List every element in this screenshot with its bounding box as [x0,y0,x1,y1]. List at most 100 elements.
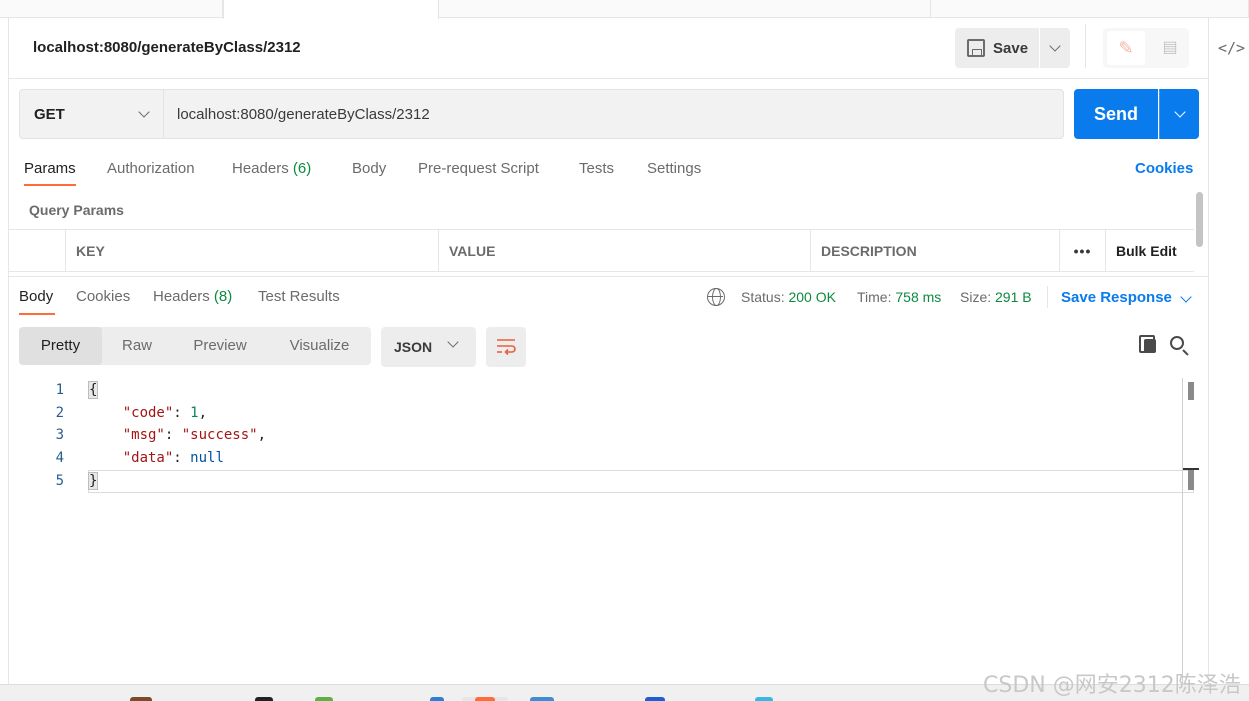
response-tab-cookies[interactable]: Cookies [76,288,130,305]
response-body-editor[interactable]: 1 2 3 4 5 { "code": 1, "msg": "success",… [9,378,1199,684]
active-tab-indicator [24,184,76,186]
tab-body[interactable]: Body [352,160,386,177]
postman-window: { "request_title": "localhost:8080/gener… [0,0,1249,701]
request-tab[interactable] [0,0,223,18]
response-tab-test-results[interactable]: Test Results [258,288,340,305]
cookies-link[interactable]: Cookies [1135,160,1193,177]
send-dropdown-button[interactable] [1159,89,1199,139]
chevron-down-icon [447,336,459,348]
view-raw[interactable]: Raw [102,327,172,365]
copy-icon[interactable] [1139,335,1159,355]
tab-settings[interactable]: Settings [647,160,701,177]
pane-divider[interactable] [9,276,1208,277]
request-tab[interactable] [931,0,1249,18]
size-value: 291 B [995,289,1032,305]
globe-icon[interactable] [707,288,725,306]
tab-count-badge: (6) [292,160,312,177]
code-line: { [87,381,99,399]
tab-label: Body [19,288,54,305]
tab-pre-request-script[interactable]: Pre-request Script [418,160,539,177]
response-tab-body[interactable]: Body [19,288,53,305]
taskbar-app-icon[interactable] [530,697,554,701]
taskbar-app-icon[interactable] [315,697,333,701]
line-number: 2 [55,405,64,421]
line-number: 3 [55,427,64,443]
column-key: KEY [65,230,438,272]
tab-label: Tests [579,160,615,177]
left-sidebar-edge [0,18,9,684]
tab-tests[interactable]: Tests [579,160,614,177]
request-tab-active[interactable] [223,0,439,19]
taskbar-app-icon[interactable] [130,697,152,701]
taskbar-app-icon[interactable] [255,697,273,701]
taskbar-app-icon[interactable] [755,697,773,701]
format-value: JSON [394,339,433,355]
tab-headers[interactable]: Headers (6) [232,160,311,177]
taskbar-app-icon[interactable] [430,697,444,701]
time-info: Time: 758 ms [857,289,941,305]
view-visualize[interactable]: Visualize [268,327,371,365]
tab-label: Body [352,160,387,177]
documentation-icon[interactable]: ▤ [1155,31,1185,65]
scrollbar-marker [1188,382,1194,400]
query-params-title: Query Params [29,202,124,218]
pencil-icon[interactable]: ✎ [1107,31,1145,65]
active-tab-indicator [19,313,55,315]
tab-label: Params [24,160,76,177]
chevron-down-icon [1173,106,1186,118]
tab-label: Cookies [76,288,131,305]
json-key: "msg" [122,427,165,443]
tab-authorization[interactable]: Authorization [107,160,195,177]
save-button[interactable]: Save [955,28,1039,68]
tab-label: Authorization [107,160,195,177]
scrollbar-thumb[interactable] [1196,192,1203,247]
tab-params[interactable]: Params [24,160,76,177]
code-snippet-icon[interactable]: </> [1218,36,1245,60]
view-preview[interactable]: Preview [172,327,268,365]
column-value: VALUE [438,230,810,272]
save-dropdown-button[interactable] [1040,28,1070,68]
more-options-icon[interactable]: ••• [1059,230,1105,272]
right-context-bar [1208,18,1249,684]
code-line: } [87,472,99,490]
json-value: "success" [181,427,258,443]
chevron-down-icon[interactable] [1180,291,1192,303]
status-value: 200 OK [788,289,836,305]
status-info: Status: 200 OK [741,289,836,305]
wrap-lines-button[interactable] [486,327,526,367]
view-mode-group: Pretty Raw Preview Visualize [19,327,371,365]
format-select[interactable]: JSON [381,327,476,367]
time-label: Time: [857,289,892,305]
line-number: 1 [55,382,64,398]
size-label: Size: [960,289,992,305]
tab-label: Pre-request Script [418,160,539,177]
current-line-highlight [88,470,1194,493]
wrap-lines-icon [497,339,516,356]
tab-count-badge: (8) [213,288,233,305]
send-button[interactable]: Send [1074,89,1158,139]
watermark: CSDN @网安2312陈泽浩 [983,673,1241,698]
method-select[interactable]: GET [19,89,164,139]
checkbox-column [9,230,65,272]
response-tab-headers[interactable]: Headers (8) [153,288,232,305]
view-pretty[interactable]: Pretty [19,327,102,365]
code-line: "msg": "success", [122,427,267,443]
request-tab[interactable] [439,0,931,18]
line-number: 5 [55,473,64,489]
json-value: 1 [190,405,199,421]
bulk-edit-button[interactable]: Bulk Edit [1105,230,1194,272]
request-tab-strip [0,0,1249,19]
time-value: 758 ms [895,289,942,305]
postman-taskbar-icon[interactable] [475,697,495,701]
size-info: Size: 291 B [960,289,1032,305]
json-key: "data" [122,450,174,466]
search-icon[interactable] [1170,336,1184,350]
request-title[interactable]: localhost:8080/generateByClass/2312 [33,39,301,56]
params-table-header: KEY VALUE DESCRIPTION ••• Bulk Edit [9,229,1194,272]
save-response-button[interactable]: Save Response [1061,289,1172,306]
url-input[interactable]: localhost:8080/generateByClass/2312 [164,89,1064,139]
taskbar-app-icon[interactable] [645,697,665,701]
tab-label: Settings [647,160,702,177]
column-description: DESCRIPTION [810,230,1059,272]
code-line: "data": null [122,450,224,466]
